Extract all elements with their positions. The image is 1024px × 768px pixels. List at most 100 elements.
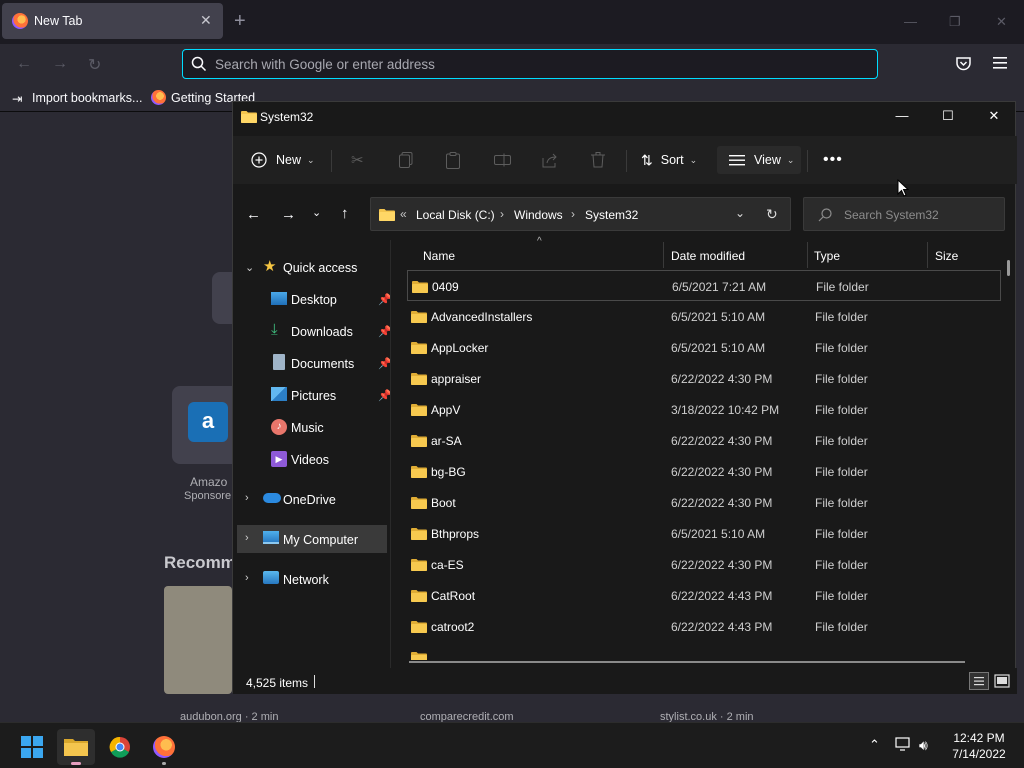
clock-time: 12:42 PM — [953, 731, 1005, 745]
more-options-icon[interactable]: ••• — [823, 146, 843, 174]
bookmark-import[interactable]: Import bookmarks... — [32, 91, 142, 105]
table-row[interactable]: appraiser 6/22/2022 4:30 PM File folder — [407, 363, 1001, 394]
breadcrumb-local-disk[interactable]: Local Disk (C:) — [416, 208, 495, 222]
nav-quick-access[interactable]: ⌄ ★ Quick access — [237, 253, 387, 281]
clock-date: 7/14/2022 — [952, 747, 1006, 761]
table-row[interactable]: AppLocker 6/5/2021 5:10 AM File folder — [407, 332, 1001, 363]
nav-music[interactable]: ♪ Music — [237, 413, 387, 441]
column-separator[interactable] — [663, 242, 664, 268]
share-icon[interactable] — [542, 146, 558, 174]
large-icons-view-icon[interactable] — [993, 672, 1011, 690]
browser-close-button[interactable]: ✕ — [996, 14, 1007, 30]
reload-icon[interactable]: ↻ — [88, 55, 101, 75]
table-row[interactable]: ar-SA 6/22/2022 4:30 PM File folder — [407, 425, 1001, 456]
column-type[interactable]: Type — [814, 249, 840, 263]
nav-network[interactable]: › Network — [237, 565, 387, 593]
system-clock[interactable]: 12:42 PM 7/14/2022 — [944, 730, 1014, 762]
url-bar[interactable]: Search with Google or enter address — [182, 49, 878, 79]
overflow-chevron-icon[interactable]: « — [400, 207, 407, 221]
cut-icon[interactable]: ✂ — [351, 146, 364, 174]
table-row[interactable]: bg-BG 6/22/2022 4:30 PM File folder — [407, 456, 1001, 487]
nav-desktop[interactable]: Desktop 📌 — [237, 285, 392, 313]
pocket-icon[interactable] — [956, 57, 971, 71]
table-row[interactable] — [407, 642, 1001, 660]
paste-icon[interactable] — [446, 146, 460, 174]
back-icon[interactable]: ← — [16, 55, 32, 73]
browser-minimize-button[interactable]: — — [904, 14, 917, 29]
column-date-modified[interactable]: Date modified — [671, 249, 745, 263]
folder-icon — [411, 341, 427, 354]
nav-pictures[interactable]: Pictures 📌 — [237, 381, 392, 409]
sort-button[interactable]: ⇅ Sort ⌄ — [641, 146, 697, 174]
nav-videos[interactable]: ▶ Videos — [237, 445, 387, 473]
table-row[interactable]: CatRoot 6/22/2022 4:43 PM File folder — [407, 580, 1001, 611]
up-icon[interactable]: ↑ — [341, 205, 349, 222]
table-row[interactable]: 0409 6/5/2021 7:21 AM File folder — [407, 270, 1001, 301]
nav-documents[interactable]: Documents 📌 — [237, 349, 392, 377]
nav-downloads[interactable]: ⤓ Downloads 📌 — [237, 317, 392, 345]
browser-maximize-button[interactable]: ❐ — [949, 14, 961, 30]
nav-label: Documents — [291, 357, 355, 371]
folder-icon — [411, 651, 427, 660]
chevron-up-icon[interactable]: ⌃ — [869, 737, 880, 753]
column-separator[interactable] — [807, 242, 808, 268]
table-row[interactable]: AppV 3/18/2022 10:42 PM File folder — [407, 394, 1001, 425]
new-tab-button[interactable]: + — [234, 11, 246, 31]
back-icon[interactable]: ← — [246, 206, 261, 223]
computer-icon — [263, 531, 279, 544]
column-separator[interactable] — [927, 242, 928, 268]
new-button[interactable]: New ⌄ — [251, 146, 315, 174]
recommended-card-image[interactable] — [164, 586, 232, 694]
nav-onedrive[interactable]: › OneDrive — [237, 485, 387, 513]
chrome-icon[interactable] — [101, 729, 139, 765]
title-bar[interactable]: System32 — ☐ ✕ — [233, 102, 1017, 132]
firefox-taskbar-icon[interactable] — [145, 729, 183, 765]
address-bar[interactable]: « Local Disk (C:) › Windows › System32 ⌄… — [370, 197, 791, 231]
close-tab-icon[interactable]: ✕ — [200, 12, 212, 29]
breadcrumb-system32[interactable]: System32 — [585, 208, 638, 222]
music-icon: ♪ — [271, 419, 287, 435]
browser-tab[interactable]: New Tab ✕ — [2, 3, 223, 39]
minimize-button[interactable]: — — [879, 108, 925, 128]
delete-icon[interactable] — [591, 146, 605, 174]
vertical-scrollbar[interactable] — [1007, 260, 1010, 276]
column-name[interactable]: Name — [423, 249, 455, 263]
folder-icon — [411, 310, 427, 323]
nav-my-computer[interactable]: › My Computer — [237, 525, 387, 553]
file-explorer-taskbar-button[interactable] — [57, 729, 95, 765]
view-button[interactable]: View ⌄ — [717, 146, 801, 174]
chevron-down-icon[interactable]: ⌄ — [245, 261, 254, 274]
network-status-icon[interactable] — [895, 737, 912, 752]
table-row[interactable]: Bthprops 6/5/2021 5:10 AM File folder — [407, 518, 1001, 549]
chevron-right-icon[interactable]: › — [245, 572, 249, 584]
rename-icon[interactable] — [494, 146, 511, 174]
forward-icon[interactable]: → — [281, 206, 296, 223]
chevron-right-icon[interactable]: › — [245, 492, 249, 504]
forward-icon[interactable]: → — [52, 55, 68, 73]
top-site-label: Amazo — [190, 475, 228, 489]
horizontal-scrollbar[interactable] — [409, 661, 965, 663]
file-name: Bthprops — [431, 527, 480, 541]
maximize-button[interactable]: ☐ — [925, 108, 971, 128]
start-button[interactable] — [13, 729, 51, 765]
close-button[interactable]: ✕ — [971, 108, 1017, 128]
firefox-icon — [153, 736, 175, 758]
table-row[interactable]: ca-ES 6/22/2022 4:30 PM File folder — [407, 549, 1001, 580]
copy-icon[interactable] — [399, 146, 413, 174]
table-row[interactable]: AdvancedInstallers 6/5/2021 5:10 AM File f… — [407, 301, 1001, 332]
running-indicator — [162, 762, 166, 765]
column-size[interactable]: Size — [935, 249, 958, 263]
refresh-icon[interactable]: ↻ — [766, 206, 778, 223]
details-view-icon[interactable] — [969, 672, 989, 690]
volume-icon[interactable]: 🔊︎ — [919, 737, 928, 754]
breadcrumb-windows[interactable]: Windows — [514, 208, 563, 222]
pane-divider[interactable] — [390, 240, 391, 670]
import-bookmarks-icon: ⇥ — [12, 92, 23, 106]
table-row[interactable]: catroot2 6/22/2022 4:43 PM File folder — [407, 611, 1001, 642]
recent-locations-icon[interactable]: ⌄ — [312, 206, 321, 219]
search-field[interactable]: Search System32 — [803, 197, 1005, 231]
chevron-down-icon[interactable]: ⌄ — [735, 206, 745, 220]
table-row[interactable]: Boot 6/22/2022 4:30 PM File folder — [407, 487, 1001, 518]
chevron-right-icon[interactable]: › — [245, 532, 249, 544]
menu-icon[interactable] — [993, 57, 1007, 69]
